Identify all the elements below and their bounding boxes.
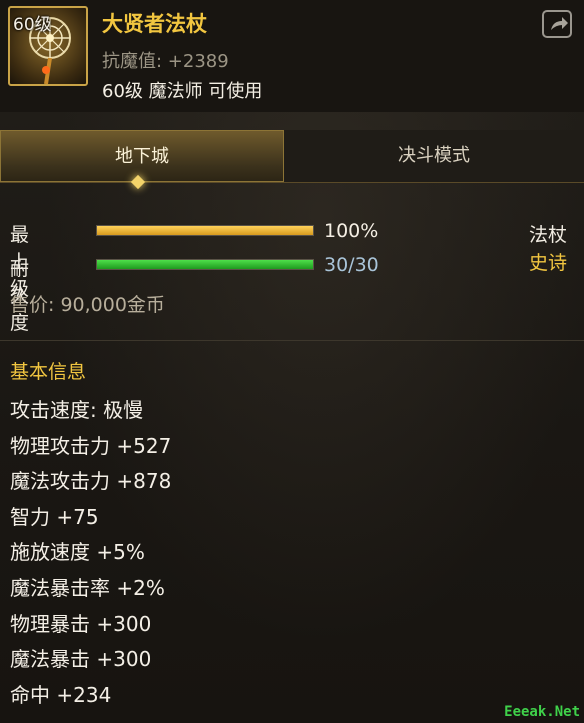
upgrade-bar-fill: [97, 226, 313, 235]
stat-physical-attack: 物理攻击力 +527: [10, 433, 172, 458]
stat-cast-speed: 施放速度 +5%: [10, 540, 145, 565]
share-button[interactable]: [542, 10, 572, 38]
item-level-tag: 60级: [13, 15, 52, 35]
stat-magic-crit: 魔法暴击 +300: [10, 647, 152, 672]
stat-attack-speed: 攻击速度: 极慢: [10, 398, 144, 422]
stat-hit-rate: 命中 +234: [10, 682, 112, 707]
durability-value: 30/30: [324, 254, 379, 276]
mode-tabs: 地下城 决斗模式: [0, 130, 584, 183]
watermark: Eeeak.Net: [504, 704, 580, 720]
share-arrow-icon: [551, 17, 568, 30]
upgrade-bar: [96, 225, 314, 236]
stat-magic-crit-rate: 魔法暴击率 +2%: [10, 575, 165, 600]
stat-magic-attack: 魔法攻击力 +878: [10, 469, 172, 494]
item-requirement: 60级 魔法师 可使用: [102, 81, 263, 102]
basic-info-title: 基本信息: [10, 361, 87, 383]
magic-resist-stat: 抗魔值: +2389: [102, 51, 229, 72]
item-name: 大贤者法杖: [102, 12, 207, 36]
item-type: 法杖: [528, 224, 567, 246]
item-rarity: 史诗: [528, 252, 567, 274]
tab-dungeon[interactable]: 地下城: [0, 130, 284, 182]
stat-list: 攻击速度: 极慢 物理攻击力 +527 魔法攻击力 +878 智力 +75 施放…: [10, 393, 171, 713]
stat-physical-crit: 物理暴击 +300: [10, 611, 152, 636]
section-divider: [0, 340, 584, 341]
item-tooltip-panel: 60级 大贤者法杖 抗魔值: +2389 60级 魔法师 可使用 地下城 决斗模…: [0, 0, 584, 723]
tab-pvp[interactable]: 决斗模式: [284, 130, 584, 182]
stat-intelligence: 智力 +75: [10, 504, 99, 529]
durability-bar: [96, 259, 314, 270]
upgrade-value: 100%: [324, 220, 379, 242]
durability-bar-fill: [97, 260, 313, 269]
item-icon: 60级: [8, 6, 88, 86]
sell-price: 售价: 90,000金币: [10, 294, 165, 316]
item-header: 60级 大贤者法杖 抗魔值: +2389 60级 魔法师 可使用: [0, 0, 584, 112]
